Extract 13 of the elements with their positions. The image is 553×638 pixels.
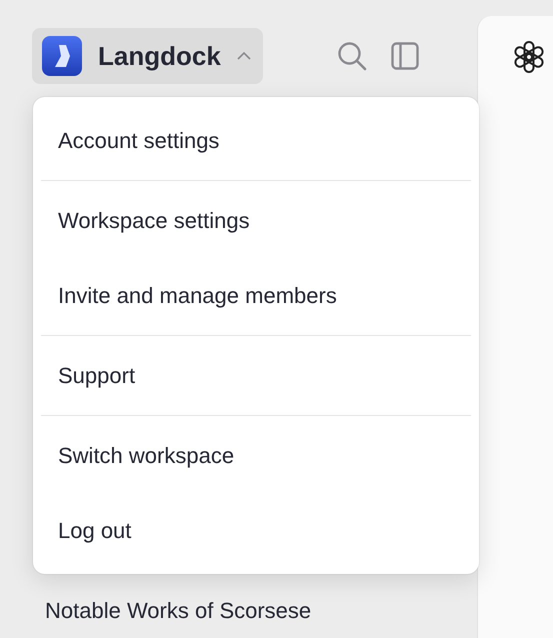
search-icon[interactable] <box>336 41 367 71</box>
menu-item[interactable]: Support <box>41 338 471 413</box>
menu-item[interactable]: Invite and manage members <box>41 258 471 333</box>
knot-icon[interactable] <box>512 40 546 74</box>
sidebar-toggle-icon[interactable] <box>390 42 419 70</box>
menu-item[interactable]: Workspace settings <box>41 183 471 258</box>
chat-item[interactable]: Notable Works of Scorsese <box>45 598 477 624</box>
caret-icon <box>236 51 251 61</box>
menu-item[interactable]: Account settings <box>41 103 471 178</box>
workspace-button[interactable]: Langdock <box>32 28 263 84</box>
menu-item[interactable]: Log out <box>41 493 471 568</box>
workspace-logo-icon <box>42 36 82 76</box>
menu-item[interactable]: Switch workspace <box>41 418 471 493</box>
